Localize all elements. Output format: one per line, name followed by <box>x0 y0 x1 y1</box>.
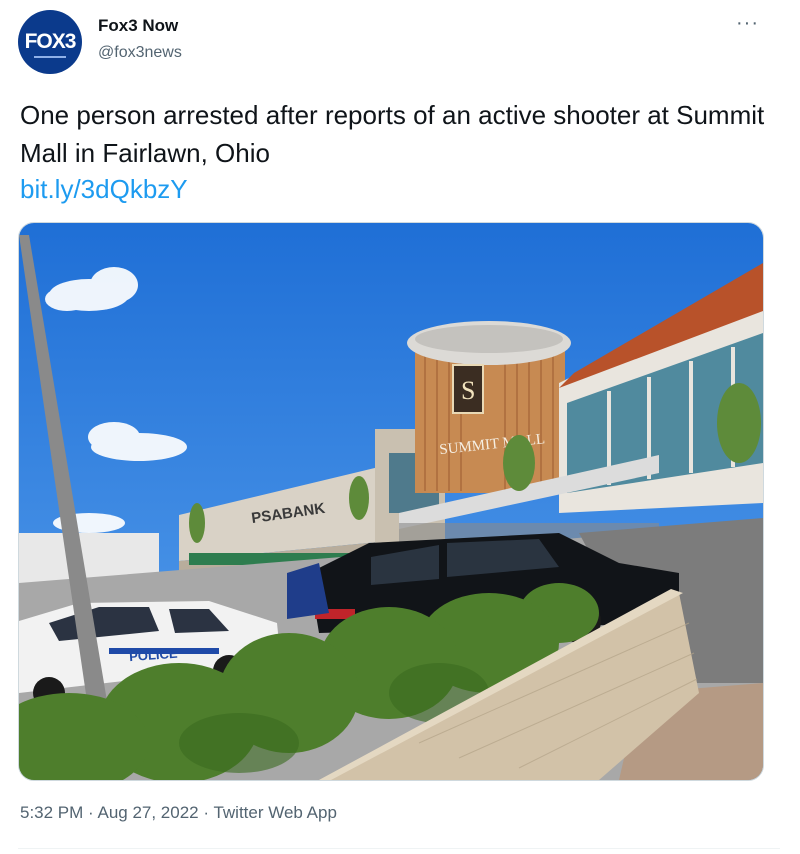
meta-separator: · <box>83 803 98 822</box>
tweet-time[interactable]: 5:32 PM <box>20 803 83 822</box>
more-options-icon[interactable]: ··· <box>736 12 759 35</box>
tweet-text: One person arrested after reports of an … <box>20 100 765 168</box>
avatar[interactable]: FOX3 <box>18 10 82 74</box>
tweet-photo[interactable]: PSABANK S SUMMIT MALL POLICE <box>18 222 764 781</box>
display-name[interactable]: Fox3 Now <box>98 16 178 36</box>
tweet-card: FOX3 Fox3 Now @fox3news ··· One person a… <box>0 0 800 854</box>
tweet-source[interactable]: Twitter Web App <box>213 803 336 822</box>
meta-separator: · <box>198 803 214 822</box>
photo-illustration: PSABANK S SUMMIT MALL POLICE <box>19 223 763 780</box>
avatar-underline <box>34 56 66 58</box>
tweet-date[interactable]: Aug 27, 2022 <box>97 803 198 822</box>
divider <box>18 848 780 849</box>
user-handle[interactable]: @fox3news <box>98 44 182 62</box>
mall-logo: S <box>461 376 475 405</box>
tweet-metadata: 5:32 PM · Aug 27, 2022 · Twitter Web App <box>20 803 337 823</box>
tweet-link[interactable]: bit.ly/3dQkbzY <box>20 170 188 208</box>
avatar-logo-text: FOX3 <box>24 30 77 53</box>
